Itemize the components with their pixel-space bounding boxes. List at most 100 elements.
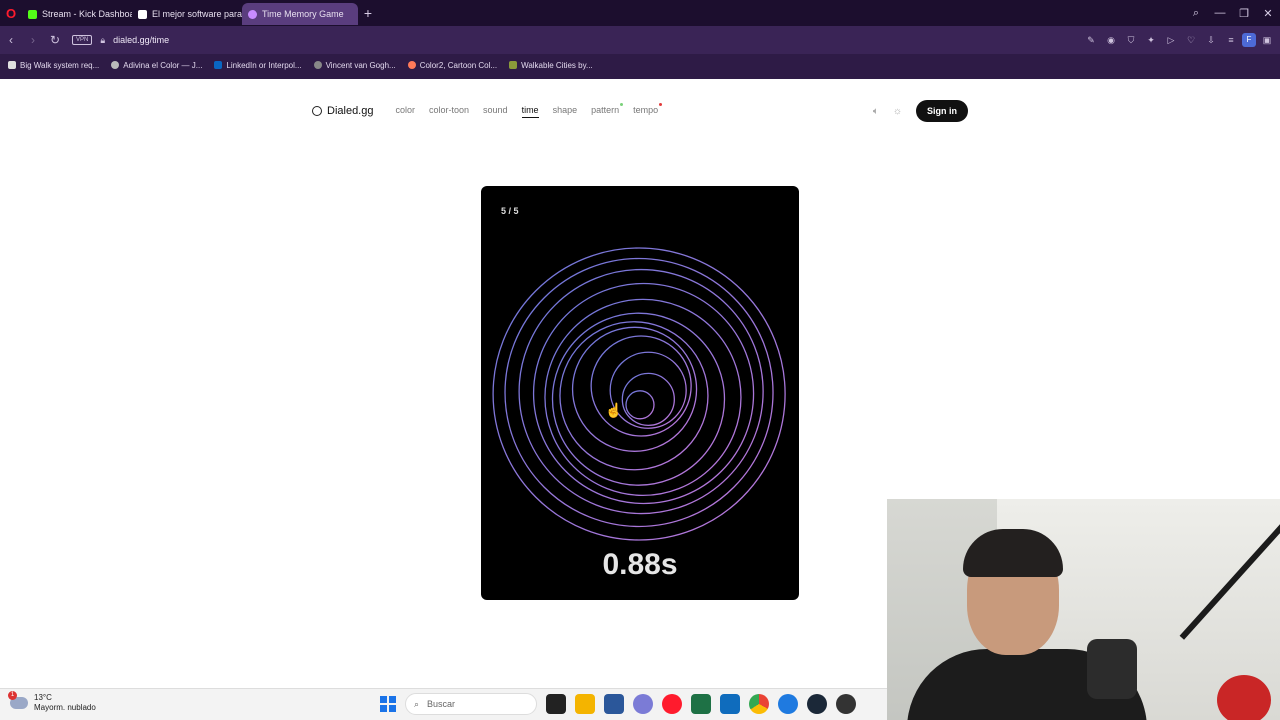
store-icon[interactable] bbox=[604, 694, 624, 714]
nav-pattern[interactable]: pattern bbox=[591, 102, 624, 118]
bookmark-favicon-icon bbox=[407, 61, 416, 69]
edge-icon[interactable] bbox=[778, 694, 798, 714]
close-icon[interactable]: ✕ bbox=[1256, 7, 1280, 20]
bookmark-item[interactable]: LinkedIn or Interpol... bbox=[214, 60, 302, 70]
profile-avatar[interactable]: F bbox=[1242, 33, 1256, 47]
software-favicon-icon bbox=[138, 9, 147, 19]
ring bbox=[551, 312, 726, 486]
bookmark-label: Walkable Cities by... bbox=[521, 60, 593, 70]
new-tab-icon[interactable]: + bbox=[358, 3, 378, 23]
search-tabs-icon[interactable]: ⌕ bbox=[1184, 7, 1208, 20]
dialed-favicon-icon bbox=[248, 9, 257, 19]
nav-color-toon[interactable]: color-toon bbox=[429, 105, 469, 118]
weather-temp: 13°C bbox=[34, 693, 52, 702]
terminal-icon[interactable] bbox=[546, 694, 566, 714]
start-icon[interactable] bbox=[380, 696, 396, 712]
download-icon[interactable]: ⇩ bbox=[1202, 35, 1220, 46]
streamer-headphones bbox=[963, 529, 1063, 577]
search-icon: ⌕ bbox=[414, 698, 420, 709]
chrome-icon[interactable] bbox=[749, 694, 769, 714]
bookmark-favicon-icon bbox=[8, 61, 16, 69]
ring bbox=[532, 282, 755, 505]
url-field[interactable]: dialed.gg/time bbox=[113, 35, 169, 45]
window-controls: ⌕ — ❐ ✕ bbox=[1184, 0, 1280, 26]
windows-taskbar: 1 13°C Mayorm. nublado ⌕ Buscar bbox=[0, 688, 887, 720]
bookmark-label: Big Walk system req... bbox=[20, 60, 100, 70]
site-nav: color color-toon sound time shape patter… bbox=[395, 102, 663, 118]
bookmark-favicon-icon bbox=[313, 61, 322, 69]
spiderman-figure bbox=[1217, 675, 1271, 720]
menu-icon[interactable]: ≡ bbox=[1222, 35, 1240, 45]
tab-label: Time Memory Game bbox=[262, 9, 344, 19]
bookmark-label: Adivina el Color — J... bbox=[123, 60, 203, 70]
ring bbox=[625, 390, 655, 420]
ring bbox=[590, 335, 692, 437]
bookmark-item[interactable]: Big Walk system req... bbox=[8, 61, 99, 70]
sign-in-button[interactable]: Sign in bbox=[916, 100, 968, 122]
bookmark-label: Vincent van Gogh... bbox=[325, 60, 396, 70]
address-bar: ‹ › ↻ VPN 🔒︎ dialed.gg/time ✎ ◉ ⛉ ✦ ▷ ♡ … bbox=[0, 26, 1280, 54]
tab-kick[interactable]: Stream - Kick Dashboard bbox=[22, 3, 132, 25]
app-icon[interactable] bbox=[633, 694, 653, 714]
nav-time[interactable]: time bbox=[521, 105, 539, 118]
nav-color[interactable]: color bbox=[395, 105, 415, 118]
bookmark-favicon-icon bbox=[509, 61, 518, 69]
camera-icon[interactable]: ◉ bbox=[1102, 35, 1120, 46]
sidebar-icon[interactable]: ▣ bbox=[1258, 35, 1276, 46]
lock-icon[interactable]: 🔒︎ bbox=[100, 35, 105, 46]
site-header: Dialed.gg color color-toon sound time sh… bbox=[312, 99, 968, 123]
back-icon[interactable]: ‹ bbox=[0, 33, 22, 47]
address-bar-actions: ✎ ◉ ⛉ ✦ ▷ ♡ ⇩ ≡ F ▣ bbox=[1082, 26, 1276, 54]
nav-tempo[interactable]: tempo bbox=[633, 102, 663, 118]
nav-shape[interactable]: shape bbox=[553, 105, 578, 118]
cloud-icon: 1 bbox=[8, 691, 28, 709]
nav-sound[interactable]: sound bbox=[483, 105, 508, 118]
taskbar-search[interactable]: ⌕ Buscar bbox=[405, 693, 537, 715]
dial-logo-icon bbox=[312, 106, 322, 116]
browser-tab-bar: O Stream - Kick Dashboard El mejor softw… bbox=[0, 0, 1280, 26]
sound-toggle-icon[interactable]: 🔈︎ bbox=[873, 106, 879, 117]
tab-time-memory-game[interactable]: Time Memory Game bbox=[242, 3, 358, 25]
ring bbox=[544, 298, 742, 497]
heart-icon[interactable]: ♡ bbox=[1182, 35, 1200, 46]
webcam-overlay bbox=[887, 499, 1280, 720]
maximize-icon[interactable]: ❐ bbox=[1232, 7, 1256, 20]
bookmark-label: LinkedIn or Interpol... bbox=[226, 60, 302, 70]
ring bbox=[621, 372, 675, 426]
vpn-badge[interactable]: VPN bbox=[72, 35, 93, 45]
extension-icon[interactable]: ✦ bbox=[1142, 35, 1160, 46]
pulsing-rings-visual bbox=[492, 247, 786, 541]
bookmark-item[interactable]: Color2, Cartoon Col... bbox=[407, 61, 497, 70]
steam-icon[interactable] bbox=[807, 694, 827, 714]
opera-icon[interactable] bbox=[662, 694, 682, 714]
weather-widget[interactable]: 1 13°C Mayorm. nublado bbox=[8, 691, 96, 713]
brand-name: Dialed.gg bbox=[327, 105, 374, 117]
bookmark-item[interactable]: Adivina el Color — J... bbox=[111, 61, 202, 70]
opera-menu-icon[interactable]: O bbox=[0, 0, 22, 26]
header-actions: 🔈︎ ☼ Sign in bbox=[873, 99, 968, 123]
elapsed-time-display: 0.88s bbox=[602, 548, 678, 581]
obs-icon[interactable] bbox=[836, 694, 856, 714]
notification-badge: 1 bbox=[8, 691, 17, 700]
mic-arm bbox=[1179, 524, 1280, 640]
edit-icon[interactable]: ✎ bbox=[1082, 35, 1100, 46]
shield-icon[interactable]: ⛉ bbox=[1122, 35, 1140, 46]
search-placeholder: Buscar bbox=[427, 699, 456, 709]
folder-icon[interactable] bbox=[575, 694, 595, 714]
tab-software[interactable]: El mejor software para pe bbox=[132, 3, 242, 25]
minimize-icon[interactable]: — bbox=[1208, 7, 1232, 19]
theme-toggle-icon[interactable]: ☼ bbox=[893, 106, 902, 117]
taskbar-apps: ⌕ Buscar bbox=[380, 693, 856, 715]
ring bbox=[518, 268, 764, 515]
bookmark-item[interactable]: Walkable Cities by... bbox=[509, 61, 593, 70]
kick-favicon-icon bbox=[28, 9, 37, 19]
play-icon[interactable]: ▷ bbox=[1162, 35, 1180, 46]
bookmark-item[interactable]: Vincent van Gogh... bbox=[313, 60, 396, 70]
forward-icon[interactable]: › bbox=[22, 33, 44, 47]
outlook-icon[interactable] bbox=[720, 694, 740, 714]
excel-icon[interactable] bbox=[691, 694, 711, 714]
time-game-card[interactable]: 5 / 5 ☝ 0.88s bbox=[481, 186, 799, 600]
site-logo[interactable]: Dialed.gg bbox=[312, 105, 373, 117]
reload-icon[interactable]: ↻ bbox=[44, 33, 66, 47]
weather-desc: Mayorm. nublado bbox=[34, 703, 96, 712]
